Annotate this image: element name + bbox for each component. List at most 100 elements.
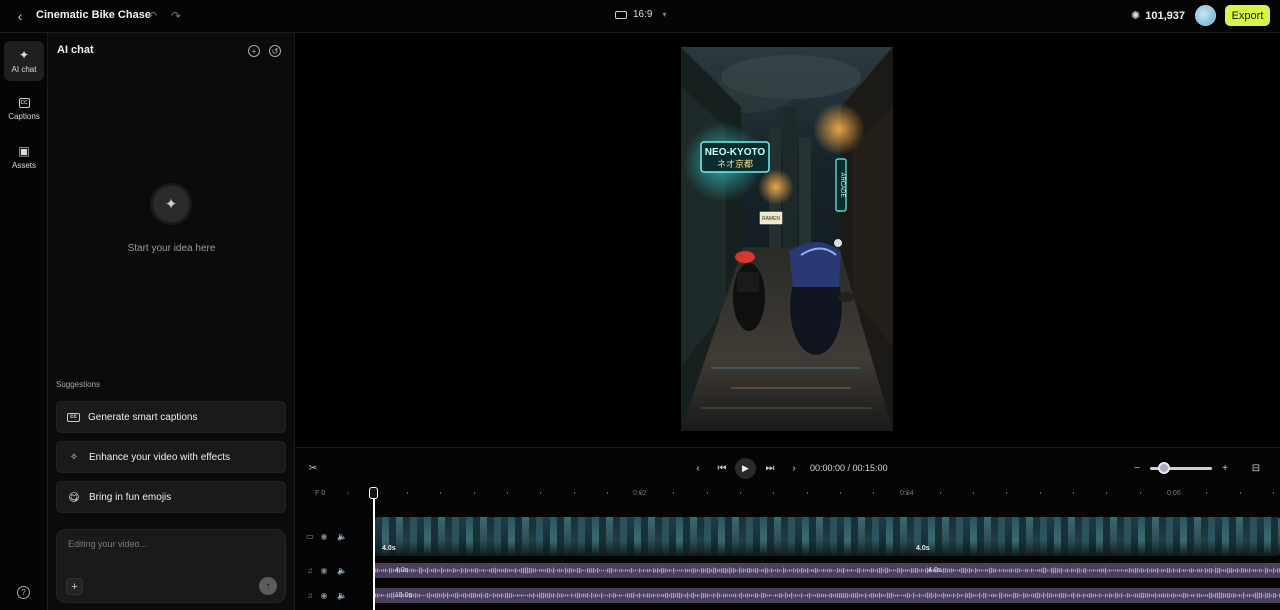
rail-item-captions[interactable]: cc Captions [4, 89, 44, 129]
rail-item-ai-chat[interactable]: ✦ AI chat [4, 41, 44, 81]
skip-forward-icon[interactable]: ⏭ [763, 461, 777, 475]
sign-arcade: ARCADE [839, 172, 845, 197]
next-icon[interactable]: › [787, 461, 801, 475]
captions-icon: cc [18, 97, 30, 108]
waveform-bar [1089, 593, 1091, 598]
preview-frame[interactable]: NEO-KYOTO ネオ京都 ARCADE RAMEN [681, 47, 893, 431]
export-button[interactable]: Export [1225, 5, 1270, 26]
ruler-tick [473, 492, 475, 494]
rail-item-assets[interactable]: ▣ Assets [4, 137, 44, 177]
waveform-bar [669, 594, 671, 597]
waveform-bar [417, 593, 419, 598]
waveform-bar [903, 594, 905, 597]
waveform-bar [689, 594, 691, 597]
playhead-handle[interactable] [369, 487, 378, 499]
timeline-ruler[interactable]: F 0 ‹ 0:02 0:04 0:06 [295, 487, 1280, 501]
waveform-bar [701, 592, 703, 599]
waveform-bar [1261, 569, 1263, 572]
video-thumbnail [445, 517, 452, 556]
video-thumbnail [1215, 517, 1222, 556]
suggestion-emojis[interactable]: 😋 Bring in fun emojis [56, 481, 286, 513]
waveform-bar [747, 568, 749, 573]
video-thumbnail [1089, 517, 1096, 556]
zoom-in-icon[interactable]: + [1218, 461, 1232, 475]
volume-icon[interactable]: 🔈 [337, 532, 347, 541]
back-arrow-icon[interactable]: ‹ [12, 8, 28, 24]
project-title[interactable]: Cinematic Bike Chase [36, 9, 151, 21]
waveform-bar [1019, 594, 1021, 597]
waveform-bar [897, 593, 899, 598]
waveform-bar [1027, 568, 1029, 573]
redo-icon[interactable]: ↷ [169, 9, 183, 23]
audio-track-1[interactable]: 4.0s 4.0s [375, 563, 1280, 578]
split-scissors-icon[interactable]: ✂ [306, 461, 320, 475]
add-attachment-button[interactable]: + [66, 578, 83, 595]
playhead[interactable] [373, 487, 375, 610]
video-thumbnail [1026, 517, 1033, 556]
waveform-bar [899, 568, 901, 573]
fit-timeline-icon[interactable]: ⊟ [1249, 461, 1263, 475]
waveform-bar [497, 569, 499, 572]
waveform-bar [503, 594, 505, 597]
ruler-tick [1272, 492, 1274, 494]
avatar[interactable] [1195, 5, 1216, 26]
send-button[interactable]: ↑ [259, 577, 277, 595]
waveform-bar [1233, 568, 1235, 573]
chat-panel: AI chat + ↺ ✦ Start your idea here Sugge… [48, 33, 295, 610]
zoom-slider-handle[interactable] [1158, 462, 1170, 474]
eye-icon[interactable]: ◉ [319, 566, 329, 575]
waveform-bar [723, 568, 725, 573]
waveform-bar [711, 594, 713, 597]
waveform-bar [583, 593, 585, 598]
chat-input[interactable] [68, 539, 273, 563]
skip-back-icon[interactable]: ⏮ [715, 461, 729, 475]
waveform-bar [771, 568, 773, 573]
waveform-bar [613, 569, 615, 572]
waveform-bar [1011, 594, 1013, 597]
previous-icon[interactable]: ‹ [691, 461, 705, 475]
waveform-bar [1275, 569, 1277, 572]
waveform-bar [551, 569, 553, 572]
waveform-bar [795, 569, 797, 572]
waveform-bar [1249, 568, 1251, 573]
waveform-bar [725, 593, 727, 598]
new-chat-icon[interactable]: + [248, 45, 260, 57]
waveform-bar [1039, 568, 1041, 573]
eye-icon[interactable]: ◉ [319, 591, 329, 600]
suggestion-captions[interactable]: cc Generate smart captions [56, 401, 286, 433]
waveform-bar [465, 567, 467, 574]
play-button[interactable]: ▶ [735, 458, 756, 479]
waveform-bar [1007, 594, 1009, 597]
waveform-bar [1241, 594, 1243, 597]
waveform-bar [993, 593, 995, 598]
waveform-bar [1091, 569, 1093, 572]
eye-icon[interactable]: ◉ [319, 532, 329, 541]
waveform-bar [901, 594, 903, 597]
video-thumbnail [424, 517, 431, 556]
waveform-bar [967, 568, 969, 573]
zoom-out-icon[interactable]: − [1130, 461, 1144, 475]
waveform-bar [805, 594, 807, 597]
waveform-bar [543, 569, 545, 572]
waveform-bar [1003, 568, 1005, 573]
help-icon[interactable]: ? [17, 586, 30, 599]
chevron-left-icon[interactable]: ‹ [347, 490, 349, 497]
waveform-bar [743, 568, 745, 573]
waveform-bar [753, 594, 755, 597]
suggestion-effects[interactable]: ✧ Enhance your video with effects [56, 441, 286, 473]
volume-icon[interactable]: 🔈 [337, 591, 347, 600]
video-thumbnail [578, 517, 585, 556]
waveform-bar [919, 569, 921, 572]
ruler-tick [407, 492, 408, 494]
volume-icon[interactable]: 🔈 [337, 566, 347, 575]
waveform-bar [417, 569, 419, 572]
video-thumbnail [1005, 517, 1012, 556]
video-clip-track[interactable]: 4.0s 4.0s [375, 517, 1280, 556]
waveform-bar [883, 594, 885, 597]
undo-icon[interactable]: ↶ [145, 9, 159, 23]
credits-display[interactable]: ✺ 101,937 [1131, 9, 1185, 23]
audio-track-2[interactable]: 15.0s [375, 588, 1280, 603]
aspect-ratio-selector[interactable]: 16:9 ▾ [615, 9, 666, 20]
history-icon[interactable]: ↺ [269, 45, 281, 57]
waveform-bar [941, 594, 943, 597]
